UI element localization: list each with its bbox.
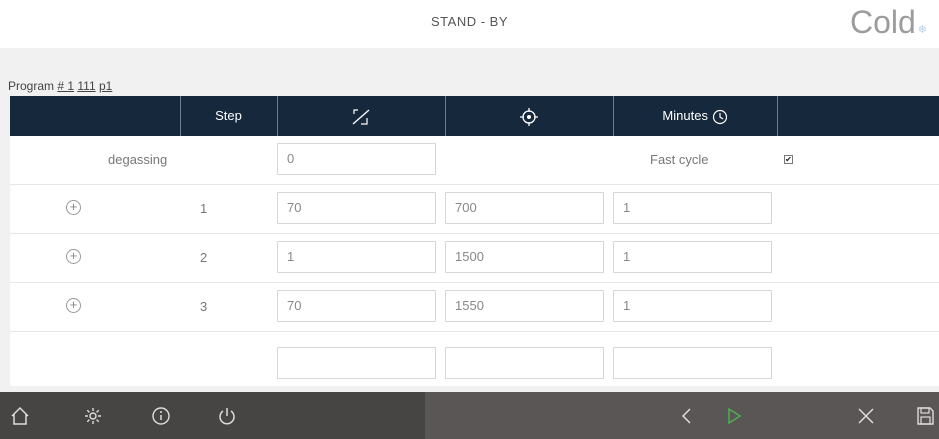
minutes-field-partial[interactable] [613, 347, 772, 379]
target-icon [520, 107, 538, 126]
toolbar-right [425, 392, 939, 439]
target-field[interactable]: 1500 [445, 241, 604, 273]
ramp-slope-icon [352, 108, 370, 125]
degassing-row: degassing 0 Fast cycle ✔ [10, 136, 939, 185]
target-field[interactable]: 700 [445, 192, 604, 224]
machine-status: STAND - BY [431, 14, 508, 29]
minutes-field[interactable]: 1 [613, 241, 772, 273]
close-icon[interactable] [852, 402, 880, 430]
snowflake-icon: ❄ [917, 24, 927, 36]
minutes-field[interactable]: 1 [613, 192, 772, 224]
column-header-slope [277, 96, 446, 136]
add-step-icon[interactable]: + [66, 298, 81, 313]
program-link-id[interactable]: 111 [77, 79, 95, 93]
home-icon[interactable] [6, 402, 34, 430]
program-link-number[interactable]: # 1 [57, 79, 74, 93]
mode-indicator: Cold ❄ [850, 4, 927, 41]
slope-field[interactable]: 70 [277, 290, 436, 322]
slope-field[interactable]: 70 [277, 192, 436, 224]
target-field-partial[interactable] [445, 347, 604, 379]
target-field[interactable]: 1550 [445, 290, 604, 322]
fast-cycle-label: Fast cycle [650, 152, 709, 167]
power-icon[interactable] [213, 402, 241, 430]
slope-field-partial[interactable] [277, 347, 436, 379]
column-header-step: Step [180, 96, 278, 136]
program-link-name[interactable]: p1 [99, 79, 112, 93]
column-header-blank [10, 96, 181, 136]
toolbar-left [0, 392, 425, 439]
mode-label: Cold [849, 4, 916, 40]
step-number: 1 [200, 201, 208, 216]
program-breadcrumb: Program # 1 111 p1 [8, 79, 112, 93]
column-header-target [445, 96, 614, 136]
play-icon[interactable] [720, 402, 748, 430]
settings-icon[interactable] [79, 402, 107, 430]
save-icon[interactable] [911, 402, 939, 430]
degassing-value-field[interactable]: 0 [277, 143, 436, 175]
column-header-options [777, 96, 939, 136]
add-step-icon[interactable]: + [66, 200, 81, 215]
step-number: 3 [200, 299, 208, 314]
step-number: 2 [200, 250, 208, 265]
program-prefix: Program [8, 79, 58, 93]
add-step-icon[interactable]: + [66, 249, 81, 264]
clock-icon [712, 109, 727, 124]
minutes-field[interactable]: 1 [613, 290, 772, 322]
bottom-toolbar [0, 392, 939, 439]
fast-cycle-checkbox[interactable]: ✔ [784, 155, 793, 164]
table-row: + 1 70 700 1 [10, 185, 939, 234]
program-steps-table: Step Minutes degassing 0 Fast cycle ✔ + … [10, 96, 939, 386]
table-header: Step Minutes [10, 96, 939, 136]
top-status-bar: STAND - BY Cold ❄ [0, 0, 939, 48]
back-icon[interactable] [673, 402, 701, 430]
table-row: + 2 1 1500 1 [10, 234, 939, 283]
table-row-partial [10, 332, 939, 380]
info-icon[interactable] [147, 402, 175, 430]
column-header-minutes: Minutes [613, 96, 778, 136]
degassing-label: degassing [108, 152, 168, 167]
program-content: Program # 1 111 p1 Step Minutes degassin… [0, 48, 939, 392]
table-row: + 3 70 1550 1 [10, 283, 939, 332]
slope-field[interactable]: 1 [277, 241, 436, 273]
minutes-label: Minutes [662, 108, 708, 123]
